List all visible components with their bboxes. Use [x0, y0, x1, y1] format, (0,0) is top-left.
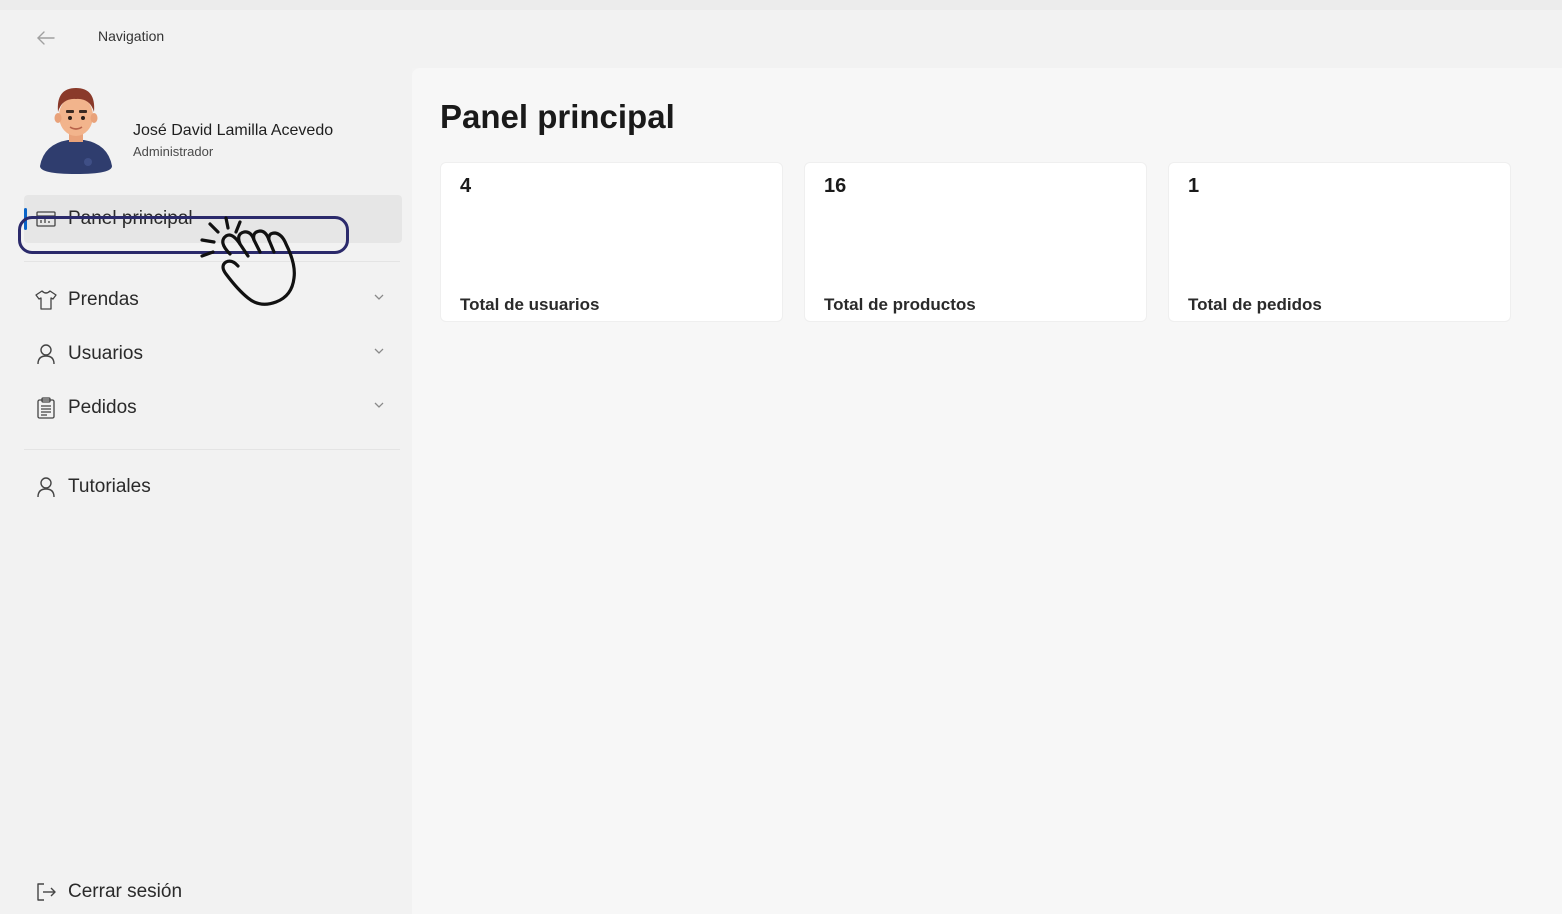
sidebar-item-label: Usuarios	[68, 343, 143, 364]
chevron-down-icon	[374, 402, 384, 408]
navigation-title: Navigation	[98, 28, 165, 44]
logout-label: Cerrar sesión	[68, 881, 183, 902]
person-icon	[35, 343, 57, 365]
user-profile[interactable]: José David Lamilla Acevedo Administrador	[38, 82, 398, 174]
sidebar-divider	[24, 449, 400, 450]
stat-label: Total de pedidos	[1188, 295, 1322, 314]
stat-label: Total de productos	[824, 295, 976, 314]
chevron-down-icon	[374, 294, 384, 300]
sidebar-item-label: Prendas	[68, 289, 139, 310]
pointing-hand-icon	[200, 216, 296, 306]
stat-card-usuarios: 4 Total de usuarios	[440, 162, 783, 322]
title-bar: Navigation	[0, 10, 1562, 68]
back-arrow-icon	[37, 31, 55, 45]
avatar	[40, 88, 112, 174]
stat-value: 1	[1188, 175, 1200, 197]
sidebar-item-usuarios[interactable]: Usuarios	[24, 330, 402, 378]
clipboard-icon	[35, 397, 57, 419]
stat-label: Total de usuarios	[460, 295, 600, 314]
user-role: Administrador	[133, 144, 214, 159]
page-title: Panel principal	[440, 98, 675, 135]
sidebar-item-pedidos[interactable]: Pedidos	[24, 384, 402, 432]
person-icon	[35, 476, 57, 498]
stat-value: 16	[824, 175, 847, 197]
sidebar-item-label: Tutoriales	[68, 476, 151, 497]
user-name: José David Lamilla Acevedo	[133, 122, 334, 139]
sidebar-item-tutoriales[interactable]: Tutoriales	[24, 463, 402, 511]
shirt-icon	[35, 289, 57, 311]
stat-value: 4	[460, 175, 472, 197]
stat-card-productos: 16 Total de productos	[804, 162, 1147, 322]
sidebar-item-label: Pedidos	[68, 397, 137, 418]
window-top-strip	[0, 0, 1562, 10]
back-button[interactable]	[18, 16, 74, 60]
main-content: Panel principal 4 Total de usuarios 16 T…	[412, 68, 1562, 914]
sign-out-icon	[35, 881, 57, 903]
chevron-down-icon	[374, 348, 384, 354]
sidebar: José David Lamilla Acevedo Administrador…	[0, 68, 412, 914]
stat-card-pedidos: 1 Total de pedidos	[1168, 162, 1511, 322]
logout-button[interactable]: Cerrar sesión	[24, 868, 402, 914]
